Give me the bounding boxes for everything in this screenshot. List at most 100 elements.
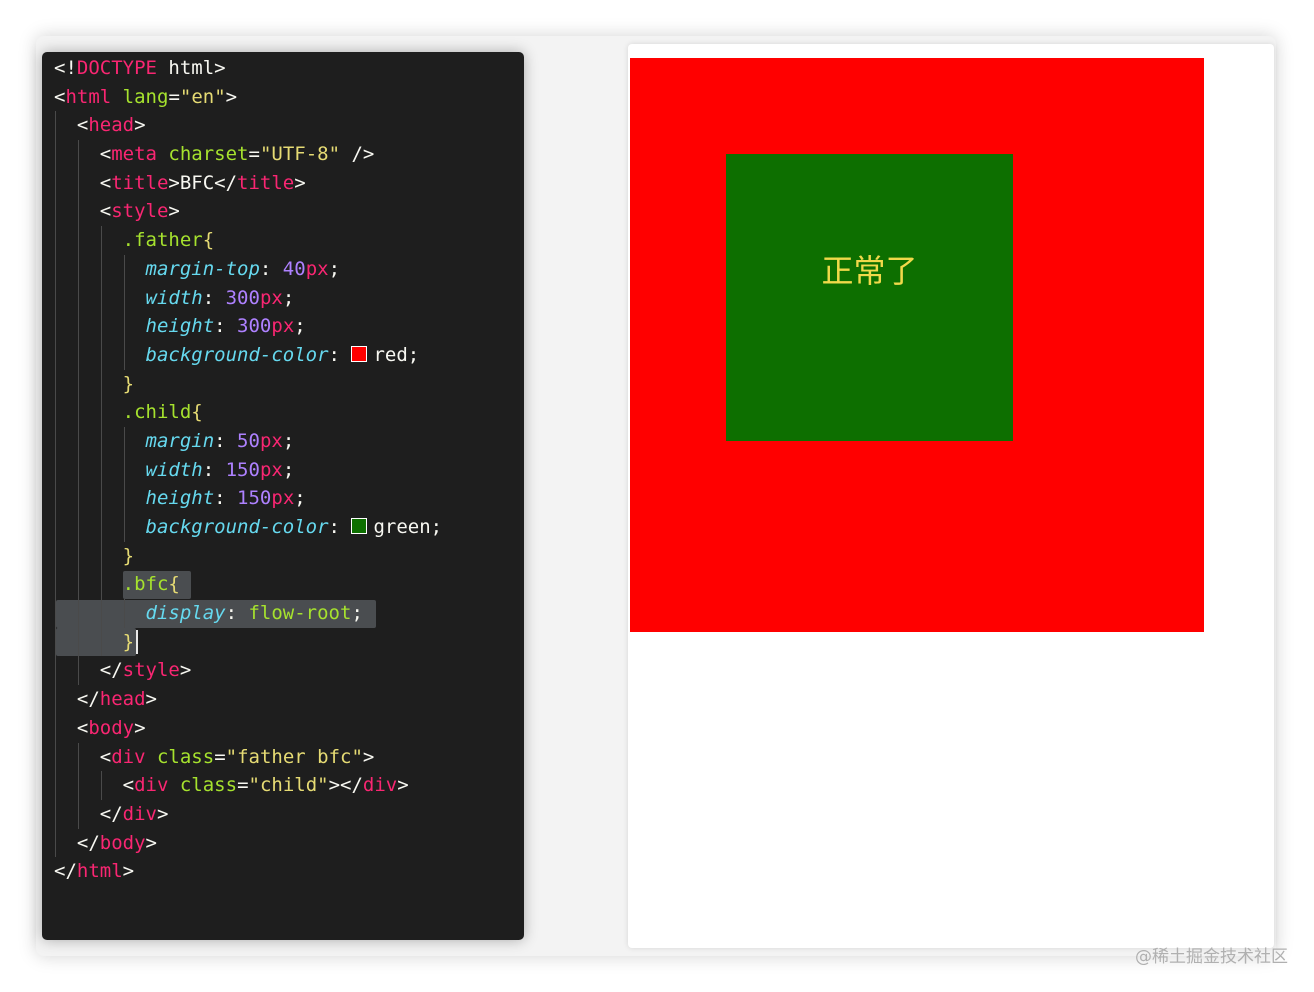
code-token: meta [111,143,157,166]
code-token: <! [54,57,77,79]
code-token: > [156,802,169,825]
indent-guide [77,455,79,485]
indent-guide [100,369,102,399]
code-token: px [271,315,295,338]
code-token: margin [145,429,215,452]
indent-guide [55,742,56,772]
code-line: margin-top: 40px; [54,254,514,284]
code-token: } [122,372,135,395]
indent-guide [55,828,56,858]
indent-guide [55,369,56,399]
code-token: { [168,573,180,596]
code-line: </head> [54,685,514,714]
code-token: < [54,85,66,108]
code-lines: <!DOCTYPE html> <html lang="en"> <head> <… [54,54,514,886]
code-token: < [54,200,112,223]
indent-guide [77,168,79,198]
indent-guide [55,226,56,255]
indent-guide [123,484,125,513]
code-token: > [134,114,146,137]
code-token: background-color [145,343,329,366]
code-token: } [122,630,135,653]
code-line: <html lang="en"> [54,83,514,112]
indent-guide [100,283,102,313]
code-token: { [202,229,215,252]
indent-guide [100,455,102,485]
indent-guide [77,599,79,628]
code-token: class [156,745,215,768]
code-token: class [179,774,238,797]
indent-guide [100,771,102,800]
indent-guide [55,570,56,600]
code-line: margin: 50px; [54,426,514,456]
indent-guide [55,312,56,341]
indent-guide [100,513,102,542]
indent-guide [77,742,79,772]
code-token: px [271,487,295,510]
code-token: title [111,171,169,194]
code-token: 300 [237,315,272,338]
code-token: charset [168,143,249,166]
indent-guide [100,541,102,571]
code-token: { [191,401,203,424]
code-token: ; [282,458,295,481]
code-token: ; [282,429,295,452]
code-token: .child [122,401,192,424]
indent-guide [100,426,102,456]
code-token: div [122,802,157,825]
code-token: } [122,544,135,567]
indent-guide [100,484,102,513]
code-token: px [259,429,283,452]
code-token: style [122,659,180,682]
indent-guide [123,426,125,456]
code-token: </ [54,831,100,854]
child-box: 正常了 [726,154,1013,441]
code-token: = [237,774,249,797]
code-token: ; [430,516,443,538]
indent-guide [100,226,102,255]
indent-guide [77,140,79,169]
code-token: > [362,745,375,768]
code-line: background-color: red; [54,340,514,370]
code-token: .bfc [122,573,169,596]
indent-guide [100,254,102,284]
color-swatch-icon[interactable] [351,518,368,534]
indent-guide [55,799,56,829]
indent-guide [55,513,56,542]
color-swatch-icon[interactable] [351,345,368,362]
code-token: : [328,343,352,366]
code-line: background-color: green; [54,513,514,542]
code-line: <body> [54,713,514,743]
code-editor[interactable]: <!DOCTYPE html> <html lang="en"> <head> <… [42,52,524,940]
code-token: ; [328,257,341,280]
code-token: </ [54,860,77,883]
code-line: .bfc{ [54,570,514,600]
code-token: > [294,171,306,194]
code-token: flow-root [248,602,352,625]
code-token: ; [294,487,306,510]
code-token: > [145,831,157,854]
indent-guide [123,283,125,313]
browser-preview: 正常了 [628,44,1274,948]
code-token: lang [122,85,169,108]
indent-guide [77,340,79,370]
indent-guide [100,627,102,657]
indent-guide [55,283,56,313]
code-line: </body> [54,828,514,858]
indent-guide [123,312,125,341]
indent-guide [77,197,79,227]
indent-guide [100,599,102,628]
indent-guide [55,140,56,169]
code-token: </ [54,688,100,711]
code-line: display: flow-root; [54,599,514,628]
indent-guide [55,455,56,485]
indent-guide [55,398,56,427]
code-line: <head> [54,111,514,141]
